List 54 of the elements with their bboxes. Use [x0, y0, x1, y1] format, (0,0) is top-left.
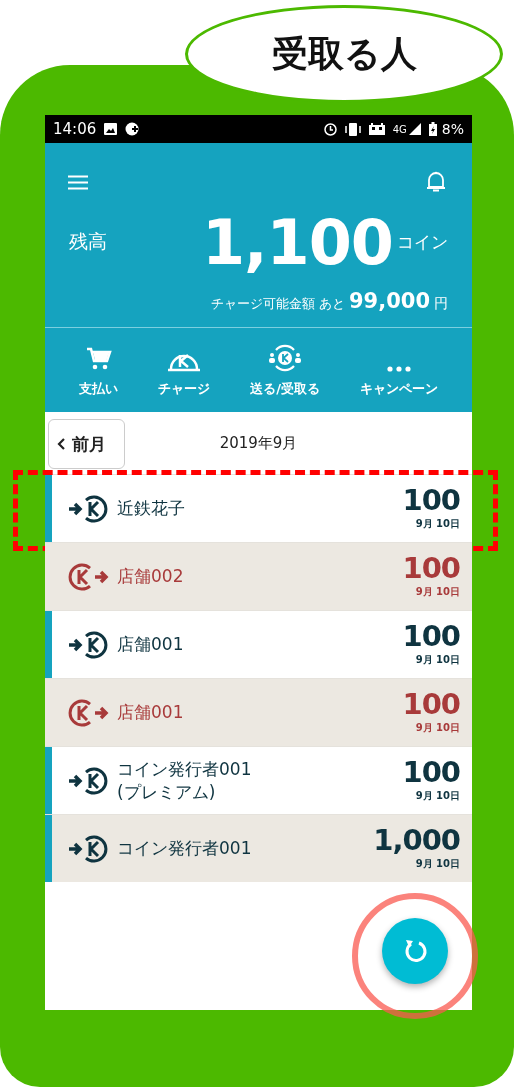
balance-unit: コイン: [397, 230, 448, 254]
chevron-left-icon: [57, 438, 65, 450]
transaction-date: 9月 10日: [415, 857, 460, 871]
transaction-date: 9月 10日: [415, 789, 460, 803]
transaction-date: 9月 10日: [415, 721, 460, 735]
coin-exchange-icon: [268, 344, 303, 372]
balance-label: 残高: [69, 229, 107, 254]
callout-label: 受取る人: [271, 31, 417, 76]
battery-icon: [428, 122, 437, 136]
action-button[interactable]: キャンペーン: [359, 340, 438, 398]
status-time: 14:06: [53, 120, 97, 138]
more-icon: [386, 366, 411, 372]
charge-limit-unit: 円: [434, 295, 448, 313]
balance-amount: 1,100: [201, 205, 393, 279]
transaction-name: コイン発行者001 (プレミアム): [117, 758, 252, 804]
signal-icon: [408, 123, 421, 135]
alarm-icon: [323, 122, 337, 136]
app-icon: [125, 122, 141, 136]
transaction-row[interactable]: 店舗001 100 9月 10日: [45, 678, 472, 746]
current-month: 2019年9月: [219, 433, 298, 453]
battery-level: 8%: [441, 121, 464, 137]
refresh-button[interactable]: [382, 918, 448, 984]
transaction-amount: 1,000: [373, 826, 460, 855]
transaction-row[interactable]: 店舗002 100 9月 10日: [45, 542, 472, 610]
transaction-amount: 100: [402, 486, 460, 515]
transaction-row[interactable]: 店舗001 100 9月 10日: [45, 610, 472, 678]
charge-limit-amount: 99,000: [348, 289, 430, 313]
transaction-amount: 100: [402, 690, 460, 719]
transaction-amount: 100: [402, 554, 460, 583]
transaction-amount: 100: [402, 758, 460, 787]
transaction-row[interactable]: 近鉄花子 100 9月 10日: [45, 474, 472, 542]
menu-icon[interactable]: [68, 174, 88, 190]
transaction-row[interactable]: コイン発行者001 (プレミアム) 100 9月 10日: [45, 746, 472, 814]
transaction-name: 店舗001: [117, 633, 184, 657]
transaction-name: コイン発行者001: [117, 837, 252, 861]
transaction-name: 近鉄花子: [117, 497, 185, 521]
network-label: 4G: [392, 123, 407, 135]
transaction-name: 店舗002: [117, 565, 184, 589]
transaction-date: 9月 10日: [415, 653, 460, 667]
charge-limit-label: チャージ可能金額 あと: [210, 295, 345, 313]
sim-icon: [368, 123, 385, 135]
previous-month-button[interactable]: 前月: [48, 419, 125, 469]
vibrate-icon: [344, 122, 361, 136]
transaction-date: 9月 10日: [415, 585, 460, 599]
action-button[interactable]: 送る/受取る: [250, 340, 320, 398]
transaction-amount: 100: [402, 622, 460, 651]
image-icon: [104, 123, 118, 135]
cart-icon: [85, 346, 112, 372]
transaction-name: 店舗001: [117, 701, 184, 725]
transaction-row[interactable]: コイン発行者001 1,000 9月 10日: [45, 814, 472, 882]
action-button[interactable]: チャージ: [158, 340, 211, 398]
notification-bell-icon[interactable]: [426, 171, 446, 193]
action-button[interactable]: 支払い: [79, 340, 119, 398]
transaction-date: 9月 10日: [415, 517, 460, 531]
